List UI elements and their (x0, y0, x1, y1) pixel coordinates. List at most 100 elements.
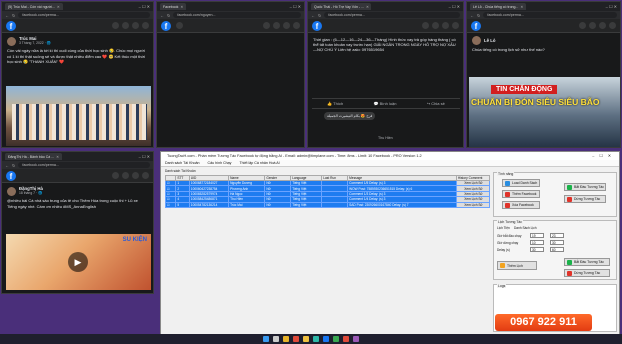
schedule-stop-button[interactable]: Dừng Tương Tác (564, 269, 610, 277)
reload-icon[interactable]: ↻ (477, 13, 480, 18)
table-row[interactable]: ☑ 5 100054782136214 Trúc Mai Nữ Tiếng Việt SAD… (164, 201, 491, 208)
end-minute-input[interactable]: 30 (550, 240, 564, 245)
end-hour-input[interactable]: 10 (530, 240, 544, 245)
avatar[interactable] (472, 36, 481, 45)
avatar[interactable] (142, 172, 149, 179)
bell-icon[interactable] (132, 22, 139, 29)
close-icon[interactable]: ✕ (57, 5, 60, 9)
back-icon[interactable]: ← (470, 13, 474, 18)
menu-icon[interactable] (422, 22, 429, 29)
avatar[interactable] (293, 22, 300, 29)
start-button[interactable]: Bắt Đầu Tương Tác (564, 183, 606, 191)
menu-icon[interactable] (112, 172, 119, 179)
poster-name[interactable]: Lê Lỏ (484, 38, 495, 43)
view-history-button[interactable]: Xem Lịch Sử (455, 201, 491, 208)
browser-tab[interactable]: Quốc Thái - Hồ Trợ Vay Vốn - ... ✕ (311, 3, 371, 10)
post-date[interactable]: 3 Tháng 7, 2022 · 🌐 (19, 41, 51, 46)
menu-icon[interactable] (263, 22, 270, 29)
browser-tab[interactable]: Lê Lỏ - Chúa tiếng có trong... ✕ (470, 3, 527, 10)
messenger-icon[interactable] (589, 22, 596, 29)
close-icon[interactable]: ✕ (520, 5, 523, 9)
window-controls[interactable]: – ☐ ✕ (606, 4, 620, 9)
facebook-logo-icon[interactable]: f (312, 20, 322, 31)
facebook-logo-icon[interactable]: f (471, 20, 481, 31)
url-field[interactable]: facebook.com/nguyen... (173, 12, 301, 18)
app-icon[interactable] (353, 336, 359, 342)
chrome-icon[interactable] (293, 336, 299, 342)
back-icon[interactable]: ← (311, 13, 315, 18)
menu-item-config[interactable]: Cấu hình Chạy (208, 161, 232, 165)
facebook-logo-icon[interactable]: f (161, 20, 171, 31)
url-field[interactable]: facebook.com/perma... (18, 162, 150, 168)
url-field[interactable]: facebook.com/perma... (483, 12, 617, 18)
share-button[interactable]: ↪ Chia sẻ (427, 101, 445, 106)
chrome-icon[interactable] (333, 336, 339, 342)
play-icon[interactable]: ▶ (68, 252, 88, 272)
avatar[interactable] (7, 186, 16, 196)
close-icon[interactable]: ✕ (180, 5, 183, 9)
avatar[interactable] (609, 22, 616, 29)
back-icon[interactable]: ← (160, 13, 164, 18)
menu-item-accounts[interactable]: Danh sách Tài Khoản (165, 161, 200, 165)
schedule-toggle[interactable]: Lịch Tiện (497, 226, 510, 230)
facebook-logo-icon[interactable]: f (6, 170, 16, 181)
facebook-logo-icon[interactable]: f (6, 20, 16, 31)
browser-tab[interactable]: (5) Trúc Mai - Còn vài người... ✕ (5, 3, 63, 10)
menu-icon[interactable] (579, 22, 586, 29)
folder-icon[interactable] (303, 336, 309, 342)
reload-icon[interactable]: ↻ (12, 163, 15, 168)
url-field[interactable]: facebook.com/perma... (18, 12, 150, 18)
close-icon[interactable]: ✕ (366, 5, 369, 9)
start-hour-input[interactable]: 19 (530, 233, 544, 238)
messenger-icon[interactable] (432, 22, 439, 29)
post-date[interactable]: 18 tháng 7 · 🌐 (19, 191, 43, 196)
post-photo[interactable]: TIN CHẤN ĐỘNG CHUẨN BỊ ĐÓN SIÊU SIÊU BÃO (469, 77, 620, 147)
app-icon[interactable] (323, 336, 329, 342)
url-field[interactable]: facebook.com/perma... (324, 12, 460, 18)
menu-icon[interactable] (112, 22, 119, 29)
schedule-list-label[interactable]: Danh Sách Lịch (514, 226, 537, 230)
bell-icon[interactable] (599, 22, 606, 29)
start-minute-input[interactable]: 23 (550, 233, 564, 238)
start-icon[interactable] (263, 336, 269, 342)
chrome-icon[interactable] (343, 336, 349, 342)
row-checkbox[interactable]: ☑ (164, 201, 177, 208)
add-facebook-button[interactable]: Thêm Facebook (502, 190, 540, 198)
post-photo[interactable] (6, 86, 151, 146)
bell-icon[interactable] (442, 22, 449, 29)
search-icon[interactable] (176, 22, 183, 29)
back-icon[interactable]: ← (5, 163, 9, 168)
schedule-start-button[interactable]: Bắt Đầu Tương Tác (564, 258, 610, 266)
delay-max-input[interactable]: 60 (550, 247, 564, 252)
window-controls[interactable]: –☐✕ (592, 152, 616, 160)
browser-tab[interactable]: ĐặngThị Hà - Bảnh bảo Cá ... ✕ (5, 153, 63, 160)
window-controls[interactable]: – ☐ ✕ (139, 4, 153, 9)
bell-icon[interactable] (283, 22, 290, 29)
avatar[interactable] (142, 22, 149, 29)
window-controls[interactable]: – ☐ ✕ (290, 4, 304, 9)
like-button[interactable]: 👍 Thích (327, 101, 343, 106)
chrome-icon[interactable] (283, 336, 289, 342)
delete-facebook-button[interactable]: Xóa Facebook (502, 201, 540, 209)
close-icon[interactable]: ✕ (56, 155, 59, 159)
reload-icon[interactable]: ↻ (12, 13, 15, 18)
back-icon[interactable]: ← (5, 13, 9, 18)
add-schedule-button[interactable]: Thêm Lịch (497, 261, 537, 270)
load-list-button[interactable]: Load Danh Sách (502, 179, 540, 187)
menu-item-ai[interactable]: Thiết lập Cá nhân Hoá AI (239, 161, 279, 165)
browser-tab[interactable]: Facebook ✕ (160, 3, 187, 10)
reload-icon[interactable]: ↻ (167, 13, 170, 18)
comment-author[interactable]: Thu Hiền (378, 136, 393, 140)
edge-icon[interactable] (313, 336, 319, 342)
window-controls[interactable]: – ☐ ✕ (449, 4, 463, 9)
delay-min-input[interactable]: 30 (530, 247, 544, 252)
window-controls[interactable]: – ☐ ✕ (139, 154, 153, 159)
reload-icon[interactable]: ↻ (318, 13, 321, 18)
stop-button[interactable]: Dừng Tương Tác (564, 195, 606, 203)
comment-button[interactable]: 💬 Bình luận (373, 101, 396, 106)
avatar[interactable] (452, 22, 459, 29)
messenger-icon[interactable] (273, 22, 280, 29)
messenger-icon[interactable] (122, 22, 129, 29)
video-thumbnail[interactable]: SU KIỆN ▶ (6, 234, 151, 290)
search-icon[interactable] (273, 336, 279, 342)
